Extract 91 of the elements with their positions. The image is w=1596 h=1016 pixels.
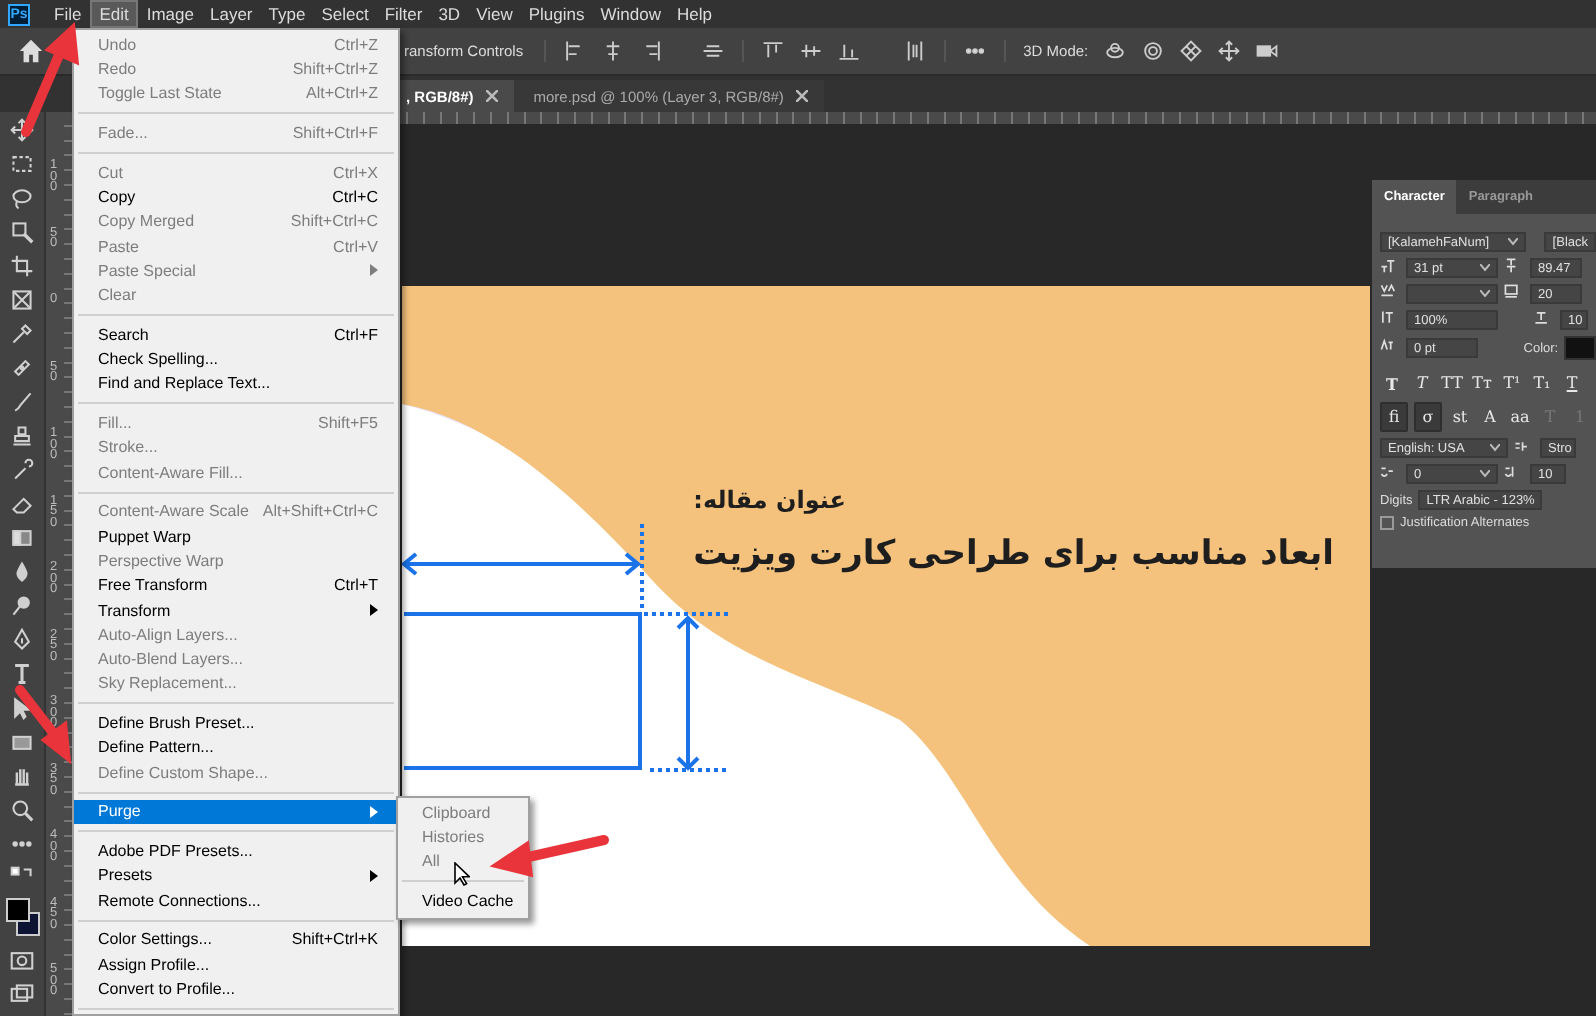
menu-item[interactable]: Video Cache bbox=[398, 888, 528, 914]
checkbox[interactable] bbox=[1380, 516, 1394, 530]
align-center-icon[interactable] bbox=[601, 40, 624, 62]
opentype-feature-button[interactable]: aa bbox=[1508, 404, 1532, 430]
close-icon[interactable] bbox=[795, 90, 808, 102]
menu-bar-item[interactable]: Select bbox=[313, 2, 377, 26]
object-select-icon[interactable] bbox=[10, 219, 34, 243]
pointer-arrow bbox=[15, 685, 72, 765]
menu-item[interactable]: Color Settings... Shift+Ctrl+K bbox=[74, 927, 398, 953]
menu-item[interactable]: Adobe PDF Presets... bbox=[74, 838, 398, 864]
mouse-cursor-icon bbox=[454, 862, 470, 886]
article-title: ابعاد مناسب برای طراحی کارت ویزیت bbox=[693, 534, 1334, 574]
menu-bar-item[interactable]: View bbox=[468, 2, 521, 26]
bandage-icon[interactable] bbox=[10, 355, 34, 379]
dodge-icon[interactable] bbox=[10, 593, 34, 617]
gradient-icon[interactable] bbox=[10, 525, 34, 549]
chevron-down-icon[interactable] bbox=[1508, 238, 1519, 246]
opentype-feature-button[interactable]: σ bbox=[1414, 402, 1442, 432]
opentype-feature-button[interactable]: A bbox=[1478, 404, 1502, 430]
align-top-icon[interactable] bbox=[761, 40, 784, 62]
menu-bar-item[interactable]: File bbox=[46, 2, 90, 26]
menu-item[interactable]: Free Transform Ctrl+T bbox=[74, 573, 398, 598]
text-style-button[interactable]: T bbox=[1410, 370, 1434, 396]
menu-item[interactable]: Convert to Profile... bbox=[74, 976, 398, 1002]
menu-item[interactable]: Check Spelling... bbox=[74, 346, 398, 372]
menu-bar-item[interactable]: Filter bbox=[376, 2, 431, 26]
align-vertical-center-icon[interactable] bbox=[799, 40, 822, 62]
menu-item[interactable]: Define Pattern... bbox=[74, 735, 398, 761]
zoom-icon[interactable] bbox=[10, 797, 34, 821]
menu-item[interactable]: Transform bbox=[74, 597, 398, 623]
home-icon[interactable] bbox=[18, 38, 44, 64]
video-camera-icon[interactable] bbox=[1256, 40, 1279, 62]
drag-icon[interactable] bbox=[1180, 40, 1203, 62]
path-select-icon[interactable] bbox=[10, 695, 34, 719]
chevron-down-icon[interactable] bbox=[1480, 264, 1490, 272]
frame-icon[interactable] bbox=[10, 287, 34, 311]
font-size-icon[interactable] bbox=[1380, 258, 1400, 278]
eyedropper-icon[interactable] bbox=[10, 321, 34, 345]
text-style-button[interactable]: Tт bbox=[1470, 370, 1494, 396]
menu-bar-item[interactable]: Type bbox=[260, 2, 314, 26]
opentype-feature-button[interactable]: st bbox=[1448, 404, 1472, 430]
distribute-icon[interactable] bbox=[903, 40, 926, 62]
kerning-field[interactable] bbox=[1406, 284, 1498, 304]
pointer-arrow bbox=[21, 21, 80, 137]
text-style-button[interactable]: T¹ bbox=[1500, 370, 1524, 396]
menu-item[interactable]: Copy Ctrl+C bbox=[74, 184, 398, 210]
menu-item[interactable]: Assign Profile... bbox=[74, 952, 398, 977]
article-heading: عنوان مقاله: bbox=[693, 486, 846, 514]
screen-mode-icon[interactable] bbox=[10, 981, 34, 1005]
opentype-feature-button[interactable]: fi bbox=[1380, 402, 1408, 432]
menu-item[interactable]: Puppet Warp bbox=[74, 524, 398, 549]
marquee-icon[interactable] bbox=[10, 151, 34, 175]
text-style-button[interactable]: TT bbox=[1440, 370, 1464, 396]
slide-icon[interactable] bbox=[1218, 40, 1241, 62]
text-style-button[interactable]: T₁ bbox=[1530, 370, 1554, 396]
align-bottom-icon[interactable] bbox=[837, 40, 860, 62]
menu-bar-item[interactable]: Help bbox=[668, 2, 720, 26]
align-left-icon[interactable] bbox=[563, 40, 586, 62]
tracking-icon[interactable] bbox=[1504, 284, 1524, 304]
menu-bar-item[interactable]: Layer bbox=[201, 2, 261, 26]
move-icon[interactable] bbox=[10, 117, 34, 141]
pointer-arrow bbox=[489, 835, 609, 878]
lasso-icon[interactable] bbox=[10, 185, 34, 209]
color-swatch[interactable] bbox=[1564, 336, 1596, 360]
text-style-button[interactable]: T bbox=[1560, 370, 1584, 396]
chevron-down-icon[interactable] bbox=[1490, 444, 1500, 452]
menu-bar-item[interactable]: Edit bbox=[89, 0, 139, 28]
menu-item[interactable]: Remote Connections... bbox=[74, 888, 398, 913]
text-style-button[interactable]: T bbox=[1380, 370, 1404, 396]
menu-bar-item[interactable]: Plugins bbox=[520, 2, 593, 26]
close-icon[interactable] bbox=[485, 90, 498, 102]
quick-mask-icon[interactable] bbox=[10, 947, 34, 971]
align-middle-icon[interactable] bbox=[701, 40, 724, 62]
menu-item[interactable]: Presets bbox=[74, 863, 398, 889]
menu-item[interactable]: Purge bbox=[74, 799, 398, 825]
menu-bar-item[interactable]: Window bbox=[592, 2, 669, 26]
color-swatches[interactable] bbox=[6, 898, 38, 934]
menu-item[interactable]: Define Brush Preset... bbox=[74, 710, 398, 736]
menu-item[interactable]: Search Ctrl+F bbox=[74, 322, 398, 347]
roll-icon[interactable] bbox=[1142, 40, 1165, 62]
stamp-icon[interactable] bbox=[10, 423, 34, 447]
menu-item[interactable]: Find and Replace Text... bbox=[74, 371, 398, 397]
menu-bar-item[interactable]: 3D bbox=[430, 2, 469, 26]
pen-icon[interactable] bbox=[10, 627, 34, 651]
menu-bar-item[interactable]: Image bbox=[138, 2, 202, 26]
chevron-down-icon[interactable] bbox=[1480, 290, 1490, 298]
brush-icon[interactable] bbox=[10, 389, 34, 413]
crop-icon[interactable] bbox=[10, 253, 34, 277]
chevron-down-icon[interactable] bbox=[1480, 470, 1490, 478]
type-icon[interactable] bbox=[10, 661, 34, 685]
orbit-icon[interactable] bbox=[1104, 40, 1127, 62]
